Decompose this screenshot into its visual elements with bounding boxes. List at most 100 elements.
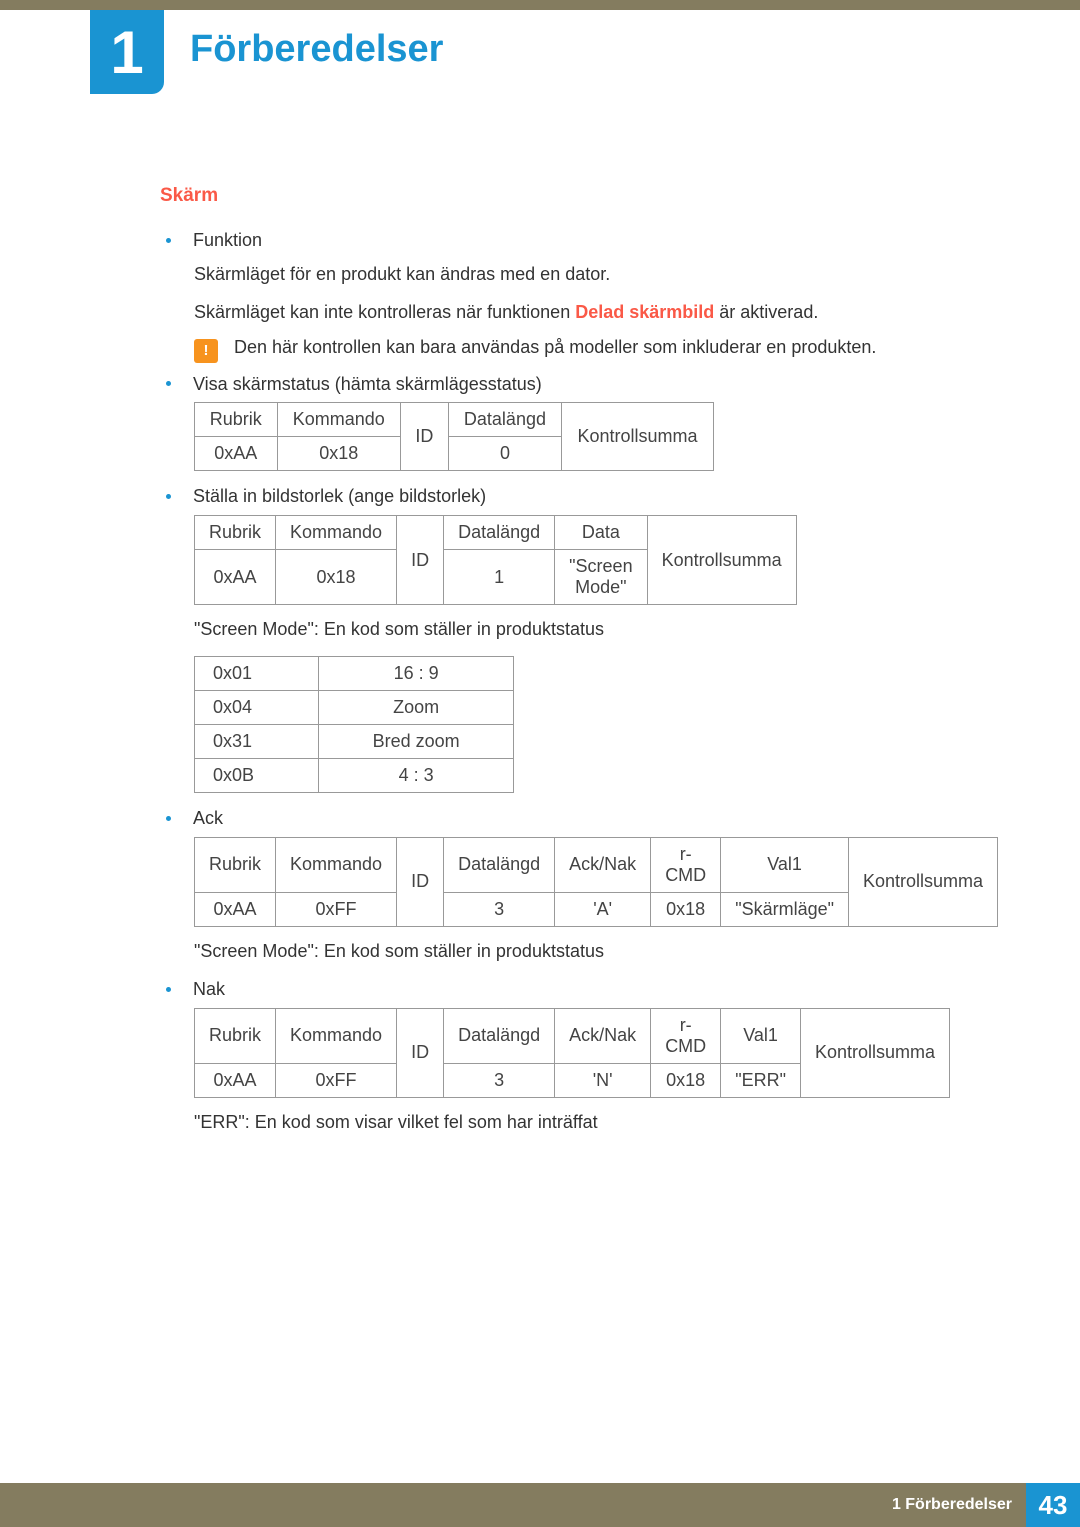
table-ack: Rubrik Kommando ID Datalängd Ack/Nak r-C… xyxy=(194,837,998,927)
section-heading: Skärm xyxy=(160,185,1000,207)
th: Kommando xyxy=(277,403,400,437)
bullet-head: Visa skärmstatus (hämta skärmlägesstatus… xyxy=(193,373,542,393)
th: Kontrollsumma xyxy=(849,837,998,926)
th: Rubrik xyxy=(195,516,276,550)
td: 16 : 9 xyxy=(319,657,514,691)
th: Kommando xyxy=(276,837,397,892)
td: "Screen Mode" xyxy=(555,550,647,605)
table-row: 0x0B4 : 3 xyxy=(195,759,514,793)
td: 0xFF xyxy=(276,892,397,926)
th: Kommando xyxy=(276,1008,397,1063)
paragraph: Skärmläget kan inte kontrolleras när fun… xyxy=(194,299,1000,327)
text: Skärmläget kan inte kontrolleras när fun… xyxy=(194,302,575,322)
th: Rubrik xyxy=(195,837,276,892)
list-item: Ack Rubrik Kommando ID Datalängd Ack/Nak… xyxy=(160,807,1000,962)
bullet-head: Nak xyxy=(193,979,225,999)
th: Ack/Nak xyxy=(555,837,651,892)
td: "Skärmläge" xyxy=(721,892,849,926)
th: Data xyxy=(555,516,647,550)
td: 0xAA xyxy=(195,1063,276,1097)
th: Val1 xyxy=(721,837,849,892)
td: 0x31 xyxy=(195,725,319,759)
bullet-icon xyxy=(166,494,171,499)
bullet-icon xyxy=(166,816,171,821)
td: Zoom xyxy=(319,691,514,725)
chapter-number: 1 xyxy=(110,18,143,87)
table-get-screen-status: Rubrik Kommando ID Datalängd Kontrollsum… xyxy=(194,402,714,471)
td: 0xAA xyxy=(195,892,276,926)
td: Bred zoom xyxy=(319,725,514,759)
bullet-head: Ställa in bildstorlek (ange bildstorlek) xyxy=(193,486,486,506)
footer-text: 1 Förberedelser xyxy=(892,1496,1012,1514)
th: Kontrollsumma xyxy=(647,516,796,605)
td: 0x0B xyxy=(195,759,319,793)
chapter-title: Förberedelser xyxy=(190,28,443,71)
th: Ack/Nak xyxy=(555,1008,651,1063)
page-content: Skärm Funktion Skärmläget för en produkt… xyxy=(160,185,1000,1149)
td: 0x18 xyxy=(651,1063,721,1097)
page-number-box: 43 xyxy=(1026,1483,1080,1527)
note-text: Den här kontrollen kan bara användas på … xyxy=(234,337,876,358)
text: är aktiverad. xyxy=(714,302,818,322)
table-row: 0x0116 : 9 xyxy=(195,657,514,691)
td: 0x04 xyxy=(195,691,319,725)
th: ID xyxy=(397,837,444,926)
table-row: Rubrik Kommando ID Datalängd Ack/Nak r-C… xyxy=(195,837,998,892)
list-item: Visa skärmstatus (hämta skärmlägesstatus… xyxy=(160,373,1000,472)
chapter-number-box: 1 xyxy=(90,10,164,94)
th: Rubrik xyxy=(195,1008,276,1063)
table-screen-mode-codes: 0x0116 : 9 0x04Zoom 0x31Bred zoom 0x0B4 … xyxy=(194,656,514,793)
highlight-text: Delad skärmbild xyxy=(575,302,714,322)
td: 0 xyxy=(448,437,561,471)
table-row: Rubrik Kommando ID Datalängd Kontrollsum… xyxy=(195,403,714,437)
table-set-screen-size: Rubrik Kommando ID Datalängd Data Kontro… xyxy=(194,515,797,605)
bullet-icon xyxy=(166,987,171,992)
list-item: Ställa in bildstorlek (ange bildstorlek)… xyxy=(160,485,1000,793)
td: 3 xyxy=(444,892,555,926)
td: 0x18 xyxy=(651,892,721,926)
th: Datalängd xyxy=(448,403,561,437)
page-footer: 1 Förberedelser 43 xyxy=(0,1483,1080,1527)
td: 0x18 xyxy=(277,437,400,471)
table-row: 0x31Bred zoom xyxy=(195,725,514,759)
td: 0x18 xyxy=(276,550,397,605)
th: Kontrollsumma xyxy=(562,403,714,471)
note-callout: ! Den här kontrollen kan bara användas p… xyxy=(194,337,1000,363)
bullet-head: Ack xyxy=(193,808,223,828)
th: Datalängd xyxy=(444,837,555,892)
paragraph: Skärmläget för en produkt kan ändras med… xyxy=(194,261,1000,289)
th: ID xyxy=(397,1008,444,1097)
table-row: Rubrik Kommando ID Datalängd Data Kontro… xyxy=(195,516,797,550)
th: Val1 xyxy=(721,1008,801,1063)
th: Rubrik xyxy=(195,403,278,437)
td: 1 xyxy=(444,550,555,605)
th: r-CMD xyxy=(651,837,721,892)
td: "ERR" xyxy=(721,1063,801,1097)
top-accent-bar xyxy=(0,0,1080,10)
th: ID xyxy=(397,516,444,605)
th: ID xyxy=(400,403,448,471)
table-caption: "Screen Mode": En kod som ställer in pro… xyxy=(194,941,1000,962)
warning-icon: ! xyxy=(194,339,218,363)
td: 'N' xyxy=(555,1063,651,1097)
th: Datalängd xyxy=(444,1008,555,1063)
td: 0x01 xyxy=(195,657,319,691)
td: 0xAA xyxy=(195,437,278,471)
bullet-list: Funktion Skärmläget för en produkt kan ä… xyxy=(160,229,1000,1133)
list-item: Funktion Skärmläget för en produkt kan ä… xyxy=(160,229,1000,363)
bullet-icon xyxy=(166,381,171,386)
td: 0xAA xyxy=(195,550,276,605)
bullet-head: Funktion xyxy=(193,230,262,250)
page-number: 43 xyxy=(1039,1490,1068,1521)
td: 4 : 3 xyxy=(319,759,514,793)
table-caption: "Screen Mode": En kod som ställer in pro… xyxy=(194,619,1000,640)
th: Kommando xyxy=(276,516,397,550)
table-caption: "ERR": En kod som visar vilket fel som h… xyxy=(194,1112,1000,1133)
td: 0xFF xyxy=(276,1063,397,1097)
table-row: 0x04Zoom xyxy=(195,691,514,725)
bullet-icon xyxy=(166,238,171,243)
th: r-CMD xyxy=(651,1008,721,1063)
td: 3 xyxy=(444,1063,555,1097)
list-item: Nak Rubrik Kommando ID Datalängd Ack/Nak… xyxy=(160,978,1000,1133)
th: Kontrollsumma xyxy=(800,1008,949,1097)
